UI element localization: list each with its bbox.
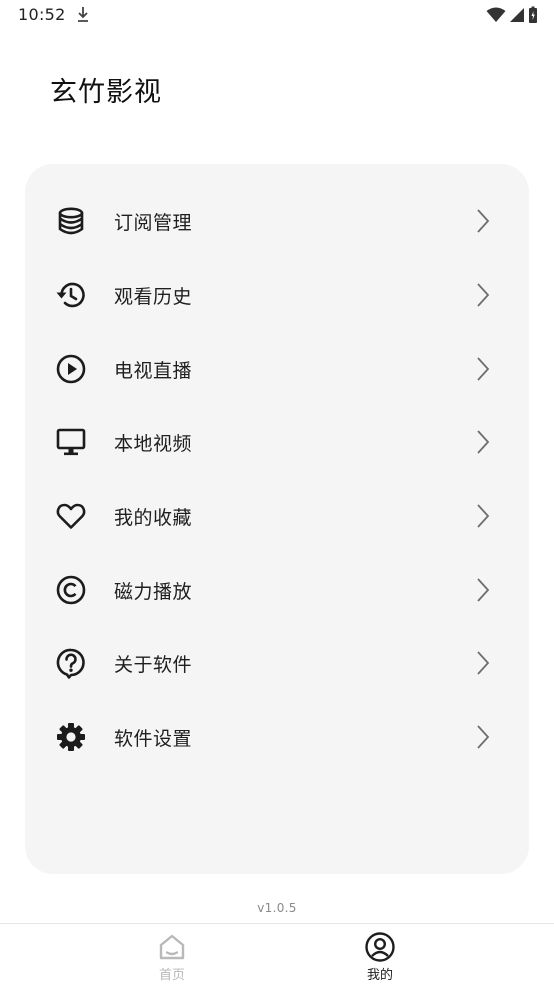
menu-item-label: 订阅管理 bbox=[114, 211, 193, 234]
menu-item-label: 电视直播 bbox=[114, 359, 193, 382]
download-icon bbox=[75, 5, 91, 23]
status-icons bbox=[486, 6, 538, 24]
menu-card: 订阅管理 观看历史 电视直播 本地视频 我的收藏 磁力播放 关于软件 软件设置 bbox=[25, 164, 529, 874]
chevron-right-icon bbox=[473, 502, 493, 530]
heart-icon bbox=[54, 499, 88, 533]
chevron-right-icon bbox=[473, 428, 493, 456]
menu-item-settings[interactable]: 软件设置 bbox=[25, 707, 529, 767]
chevron-right-icon bbox=[473, 355, 493, 383]
menu-item-favorites[interactable]: 我的收藏 bbox=[25, 486, 529, 546]
menu-item-local-video[interactable]: 本地视频 bbox=[25, 412, 529, 472]
status-bar: 10:52 bbox=[0, 0, 554, 30]
tab-mine[interactable]: 我的 bbox=[340, 928, 420, 984]
history-icon bbox=[54, 278, 88, 312]
version-text: v1.0.5 bbox=[257, 901, 297, 915]
menu-item-subscription[interactable]: 订阅管理 bbox=[25, 191, 529, 251]
chevron-right-icon bbox=[473, 649, 493, 677]
help-bubble-icon bbox=[54, 646, 88, 680]
tab-home[interactable]: 首页 bbox=[132, 928, 212, 984]
page-title: 玄竹影视 bbox=[50, 77, 162, 108]
monitor-icon bbox=[54, 425, 88, 459]
menu-item-live-tv[interactable]: 电视直播 bbox=[25, 339, 529, 399]
tab-home-label: 首页 bbox=[158, 968, 185, 983]
menu-item-label: 磁力播放 bbox=[114, 580, 193, 603]
menu-item-label: 本地视频 bbox=[114, 432, 193, 455]
chevron-right-icon bbox=[473, 723, 493, 751]
tab-mine-label: 我的 bbox=[366, 968, 393, 983]
chevron-right-icon bbox=[473, 207, 493, 235]
play-circle-icon bbox=[54, 352, 88, 386]
signal-icon bbox=[510, 8, 524, 22]
bottom-nav: 首页 我的 bbox=[0, 923, 554, 984]
menu-item-label: 关于软件 bbox=[114, 653, 193, 676]
menu-item-label: 我的收藏 bbox=[114, 506, 193, 529]
menu-item-label: 观看历史 bbox=[114, 285, 193, 308]
menu-item-about[interactable]: 关于软件 bbox=[25, 633, 529, 693]
copyright-icon bbox=[54, 573, 88, 607]
status-time: 10:52 bbox=[18, 5, 66, 24]
database-icon bbox=[54, 204, 88, 238]
chevron-right-icon bbox=[473, 281, 493, 309]
user-circle-icon bbox=[365, 932, 395, 962]
chevron-right-icon bbox=[473, 576, 493, 604]
wifi-icon bbox=[486, 7, 506, 22]
home-icon bbox=[159, 934, 185, 960]
menu-item-magnet-play[interactable]: 磁力播放 bbox=[25, 560, 529, 620]
gear-icon bbox=[54, 720, 88, 754]
menu-item-history[interactable]: 观看历史 bbox=[25, 265, 529, 325]
menu-item-label: 软件设置 bbox=[114, 727, 193, 750]
battery-icon bbox=[529, 6, 537, 23]
screen: 10:52 玄竹影视 订阅管理 观看历史 电视直播 本地视频 我的收藏 磁力播放… bbox=[0, 0, 554, 984]
